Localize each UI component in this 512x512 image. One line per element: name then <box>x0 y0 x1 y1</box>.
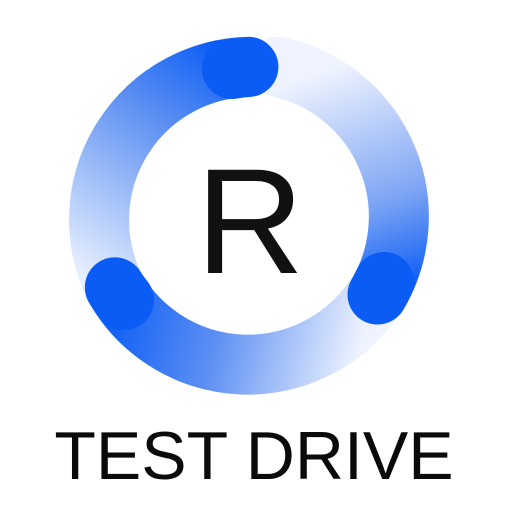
app-icon: R TEST DRIVE <box>0 0 512 512</box>
app-title: TEST DRIVE <box>54 418 454 494</box>
logo-letter: R <box>195 137 305 305</box>
